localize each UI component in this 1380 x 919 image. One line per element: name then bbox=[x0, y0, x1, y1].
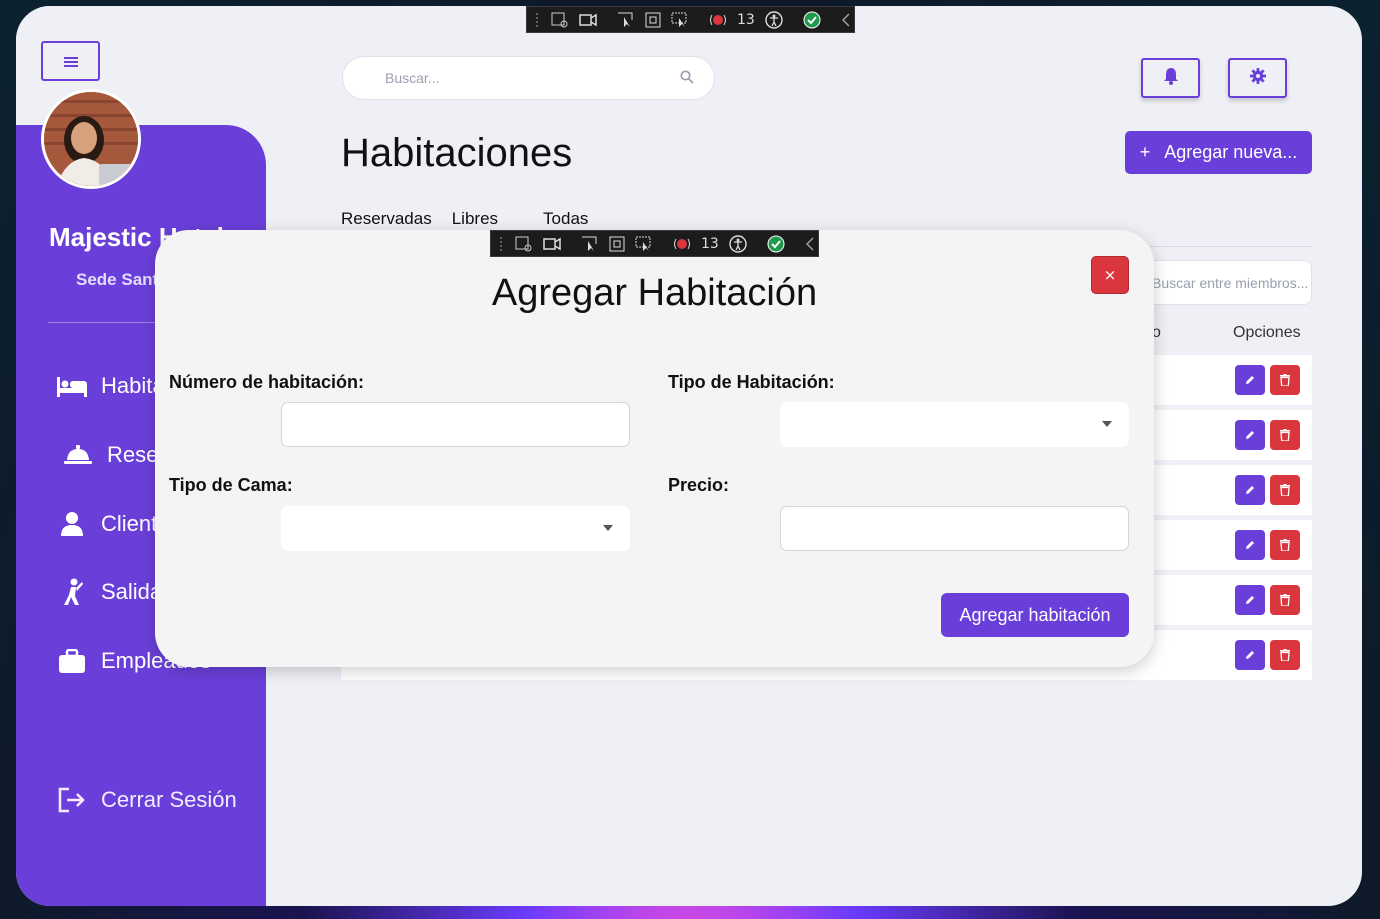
trash-icon bbox=[1280, 536, 1290, 555]
chevron-down-icon bbox=[1102, 421, 1112, 427]
binding-failures-icon[interactable] bbox=[709, 11, 727, 29]
bell-icon bbox=[1163, 67, 1179, 89]
bed-type-label: Tipo de Cama: bbox=[169, 475, 293, 495]
room-number-label: Número de habitación: bbox=[169, 372, 365, 392]
delete-button[interactable] bbox=[1270, 475, 1300, 505]
pencil-icon bbox=[1244, 591, 1256, 610]
edit-button[interactable] bbox=[1235, 365, 1265, 395]
add-new-button[interactable]: + Agregar nueva... bbox=[1125, 131, 1312, 174]
person-walking-icon bbox=[56, 578, 88, 606]
logout-button[interactable]: Cerrar Sesión bbox=[56, 786, 237, 814]
collapse-chevron-icon[interactable] bbox=[841, 11, 851, 29]
bell-service-icon bbox=[62, 441, 94, 469]
avatar[interactable] bbox=[41, 89, 141, 189]
tab-todas[interactable]: Todas bbox=[543, 209, 588, 229]
track-focus-icon[interactable] bbox=[635, 235, 653, 253]
camera-icon[interactable] bbox=[579, 11, 597, 29]
layout-adorner-icon[interactable] bbox=[609, 235, 625, 253]
trash-icon bbox=[1280, 426, 1290, 445]
edit-button[interactable] bbox=[1235, 475, 1265, 505]
layout-adorner-icon[interactable] bbox=[645, 11, 661, 29]
grip-icon bbox=[535, 11, 541, 29]
accessibility-icon[interactable] bbox=[729, 234, 747, 253]
tab-libres[interactable]: Libres bbox=[452, 209, 498, 229]
delete-button[interactable] bbox=[1270, 420, 1300, 450]
gear-icon bbox=[1249, 68, 1266, 88]
person-icon bbox=[56, 510, 88, 538]
track-focus-icon[interactable] bbox=[671, 11, 689, 29]
live-visual-tree-icon[interactable] bbox=[515, 235, 533, 253]
edit-button[interactable] bbox=[1235, 420, 1265, 450]
pencil-icon bbox=[1244, 536, 1256, 555]
logout-label: Cerrar Sesión bbox=[101, 787, 237, 812]
delete-button[interactable] bbox=[1270, 530, 1300, 560]
devtools-toolbar: 13 bbox=[526, 6, 855, 33]
trash-icon bbox=[1280, 591, 1290, 610]
room-type-select[interactable] bbox=[780, 402, 1129, 447]
search-placeholder: Buscar... bbox=[385, 70, 440, 86]
live-visual-tree-icon[interactable] bbox=[551, 11, 569, 29]
pencil-icon bbox=[1244, 646, 1256, 665]
page-title: Habitaciones bbox=[341, 131, 573, 175]
price-label: Precio: bbox=[668, 475, 730, 495]
hamburger-icon bbox=[63, 52, 78, 71]
camera-icon[interactable] bbox=[543, 235, 561, 253]
grip-icon bbox=[499, 235, 505, 253]
chevron-down-icon bbox=[603, 525, 613, 531]
trash-icon bbox=[1280, 481, 1290, 500]
close-button[interactable]: × bbox=[1091, 256, 1129, 294]
edit-button[interactable] bbox=[1235, 640, 1265, 670]
check-icon[interactable] bbox=[803, 11, 821, 29]
briefcase-icon bbox=[56, 647, 88, 675]
search-input[interactable]: Buscar... bbox=[342, 56, 715, 100]
bed-icon bbox=[56, 372, 88, 400]
price-field[interactable] bbox=[780, 506, 1129, 551]
bed-type-select[interactable] bbox=[281, 506, 630, 551]
pencil-icon bbox=[1244, 481, 1256, 500]
delete-button[interactable] bbox=[1270, 585, 1300, 615]
binding-failures-icon[interactable] bbox=[673, 235, 691, 253]
settings-button[interactable] bbox=[1228, 58, 1287, 98]
edit-button[interactable] bbox=[1235, 530, 1265, 560]
hotel-sede: Sede Santa bbox=[76, 270, 168, 289]
add-room-modal: Agregar Habitación × Número de habitació… bbox=[155, 230, 1154, 667]
tab-reservadas[interactable]: Reservadas bbox=[341, 209, 432, 229]
trash-icon bbox=[1280, 371, 1290, 390]
notifications-button[interactable] bbox=[1141, 58, 1200, 98]
filter-placeholder: Buscar entre miembros... bbox=[1152, 274, 1309, 291]
search-icon bbox=[680, 70, 694, 87]
tabs: Reservadas Libres Todas bbox=[341, 209, 608, 229]
add-room-submit-button[interactable]: Agregar habitación bbox=[941, 593, 1129, 637]
plus-icon: + bbox=[1139, 142, 1151, 162]
collapse-chevron-icon[interactable] bbox=[805, 235, 815, 253]
add-new-label: Agregar nueva... bbox=[1164, 142, 1298, 162]
pencil-icon bbox=[1244, 371, 1256, 390]
check-icon[interactable] bbox=[767, 235, 785, 253]
delete-button[interactable] bbox=[1270, 640, 1300, 670]
select-element-icon[interactable] bbox=[617, 11, 635, 29]
hamburger-menu-button[interactable] bbox=[41, 41, 100, 81]
logout-icon bbox=[56, 786, 88, 814]
accessibility-icon[interactable] bbox=[765, 10, 783, 29]
delete-button[interactable] bbox=[1270, 365, 1300, 395]
pencil-icon bbox=[1244, 426, 1256, 445]
trash-icon bbox=[1280, 646, 1290, 665]
devtools-toolbar-2: 13 bbox=[490, 230, 819, 257]
binding-failures-count: 13 bbox=[737, 11, 755, 28]
select-element-icon[interactable] bbox=[581, 235, 599, 253]
binding-failures-count: 13 bbox=[701, 235, 719, 252]
modal-title: Agregar Habitación bbox=[491, 272, 818, 314]
room-type-label: Tipo de Habitación: bbox=[668, 372, 835, 392]
column-header-opciones: Opciones bbox=[1233, 324, 1301, 341]
room-number-field[interactable] bbox=[281, 402, 630, 447]
edit-button[interactable] bbox=[1235, 585, 1265, 615]
